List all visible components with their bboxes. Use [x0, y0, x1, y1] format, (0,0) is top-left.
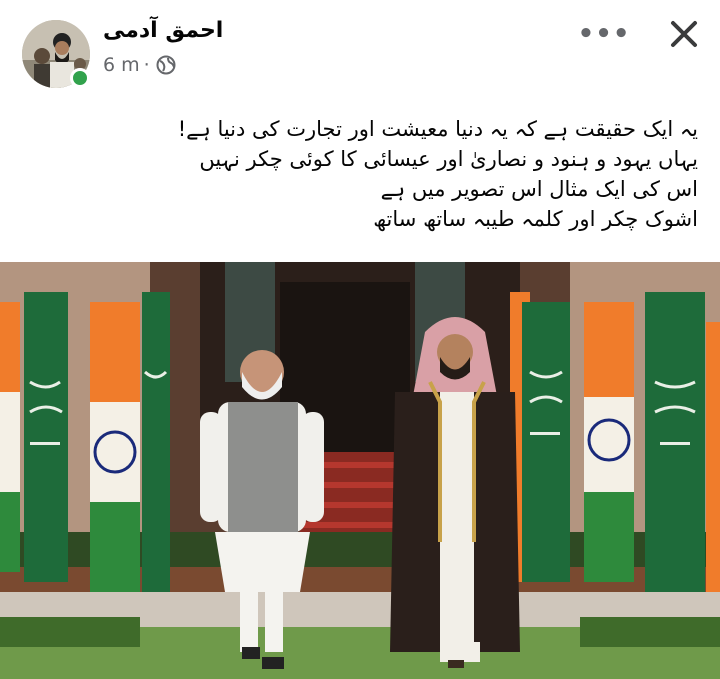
post-text-line: یہ ایک حقیقت ہے کہ یہ دنیا معیشت اور تجا… [177, 117, 698, 141]
avatar[interactable] [22, 20, 90, 88]
globe-icon[interactable] [156, 55, 176, 75]
post-header: احمق آدمی 6 m · ••• [0, 0, 720, 100]
post-time[interactable]: 6 m [103, 54, 140, 76]
post-photo[interactable] [0, 262, 720, 679]
post-text-line: یہاں یہود و ہنود و نصاریٰ اور عیسائی کا … [199, 147, 698, 171]
close-icon [671, 21, 697, 47]
close-button[interactable] [664, 16, 704, 52]
meta-separator: · [143, 54, 150, 76]
post-meta: 6 m · [103, 54, 176, 76]
post-text: یہ ایک حقیقت ہے کہ یہ دنیا معیشت اور تجا… [18, 114, 698, 234]
more-options-icon: ••• [577, 19, 631, 49]
author-name[interactable]: احمق آدمی [103, 18, 223, 43]
more-options-button[interactable]: ••• [578, 20, 630, 48]
online-status-dot [70, 68, 90, 88]
post-text-line: اشوک چکر اور کلمہ طیبہ ساتھ ساتھ [373, 207, 698, 231]
post-text-line: اس کی ایک مثال اس تصویر میں ہے [380, 177, 698, 201]
